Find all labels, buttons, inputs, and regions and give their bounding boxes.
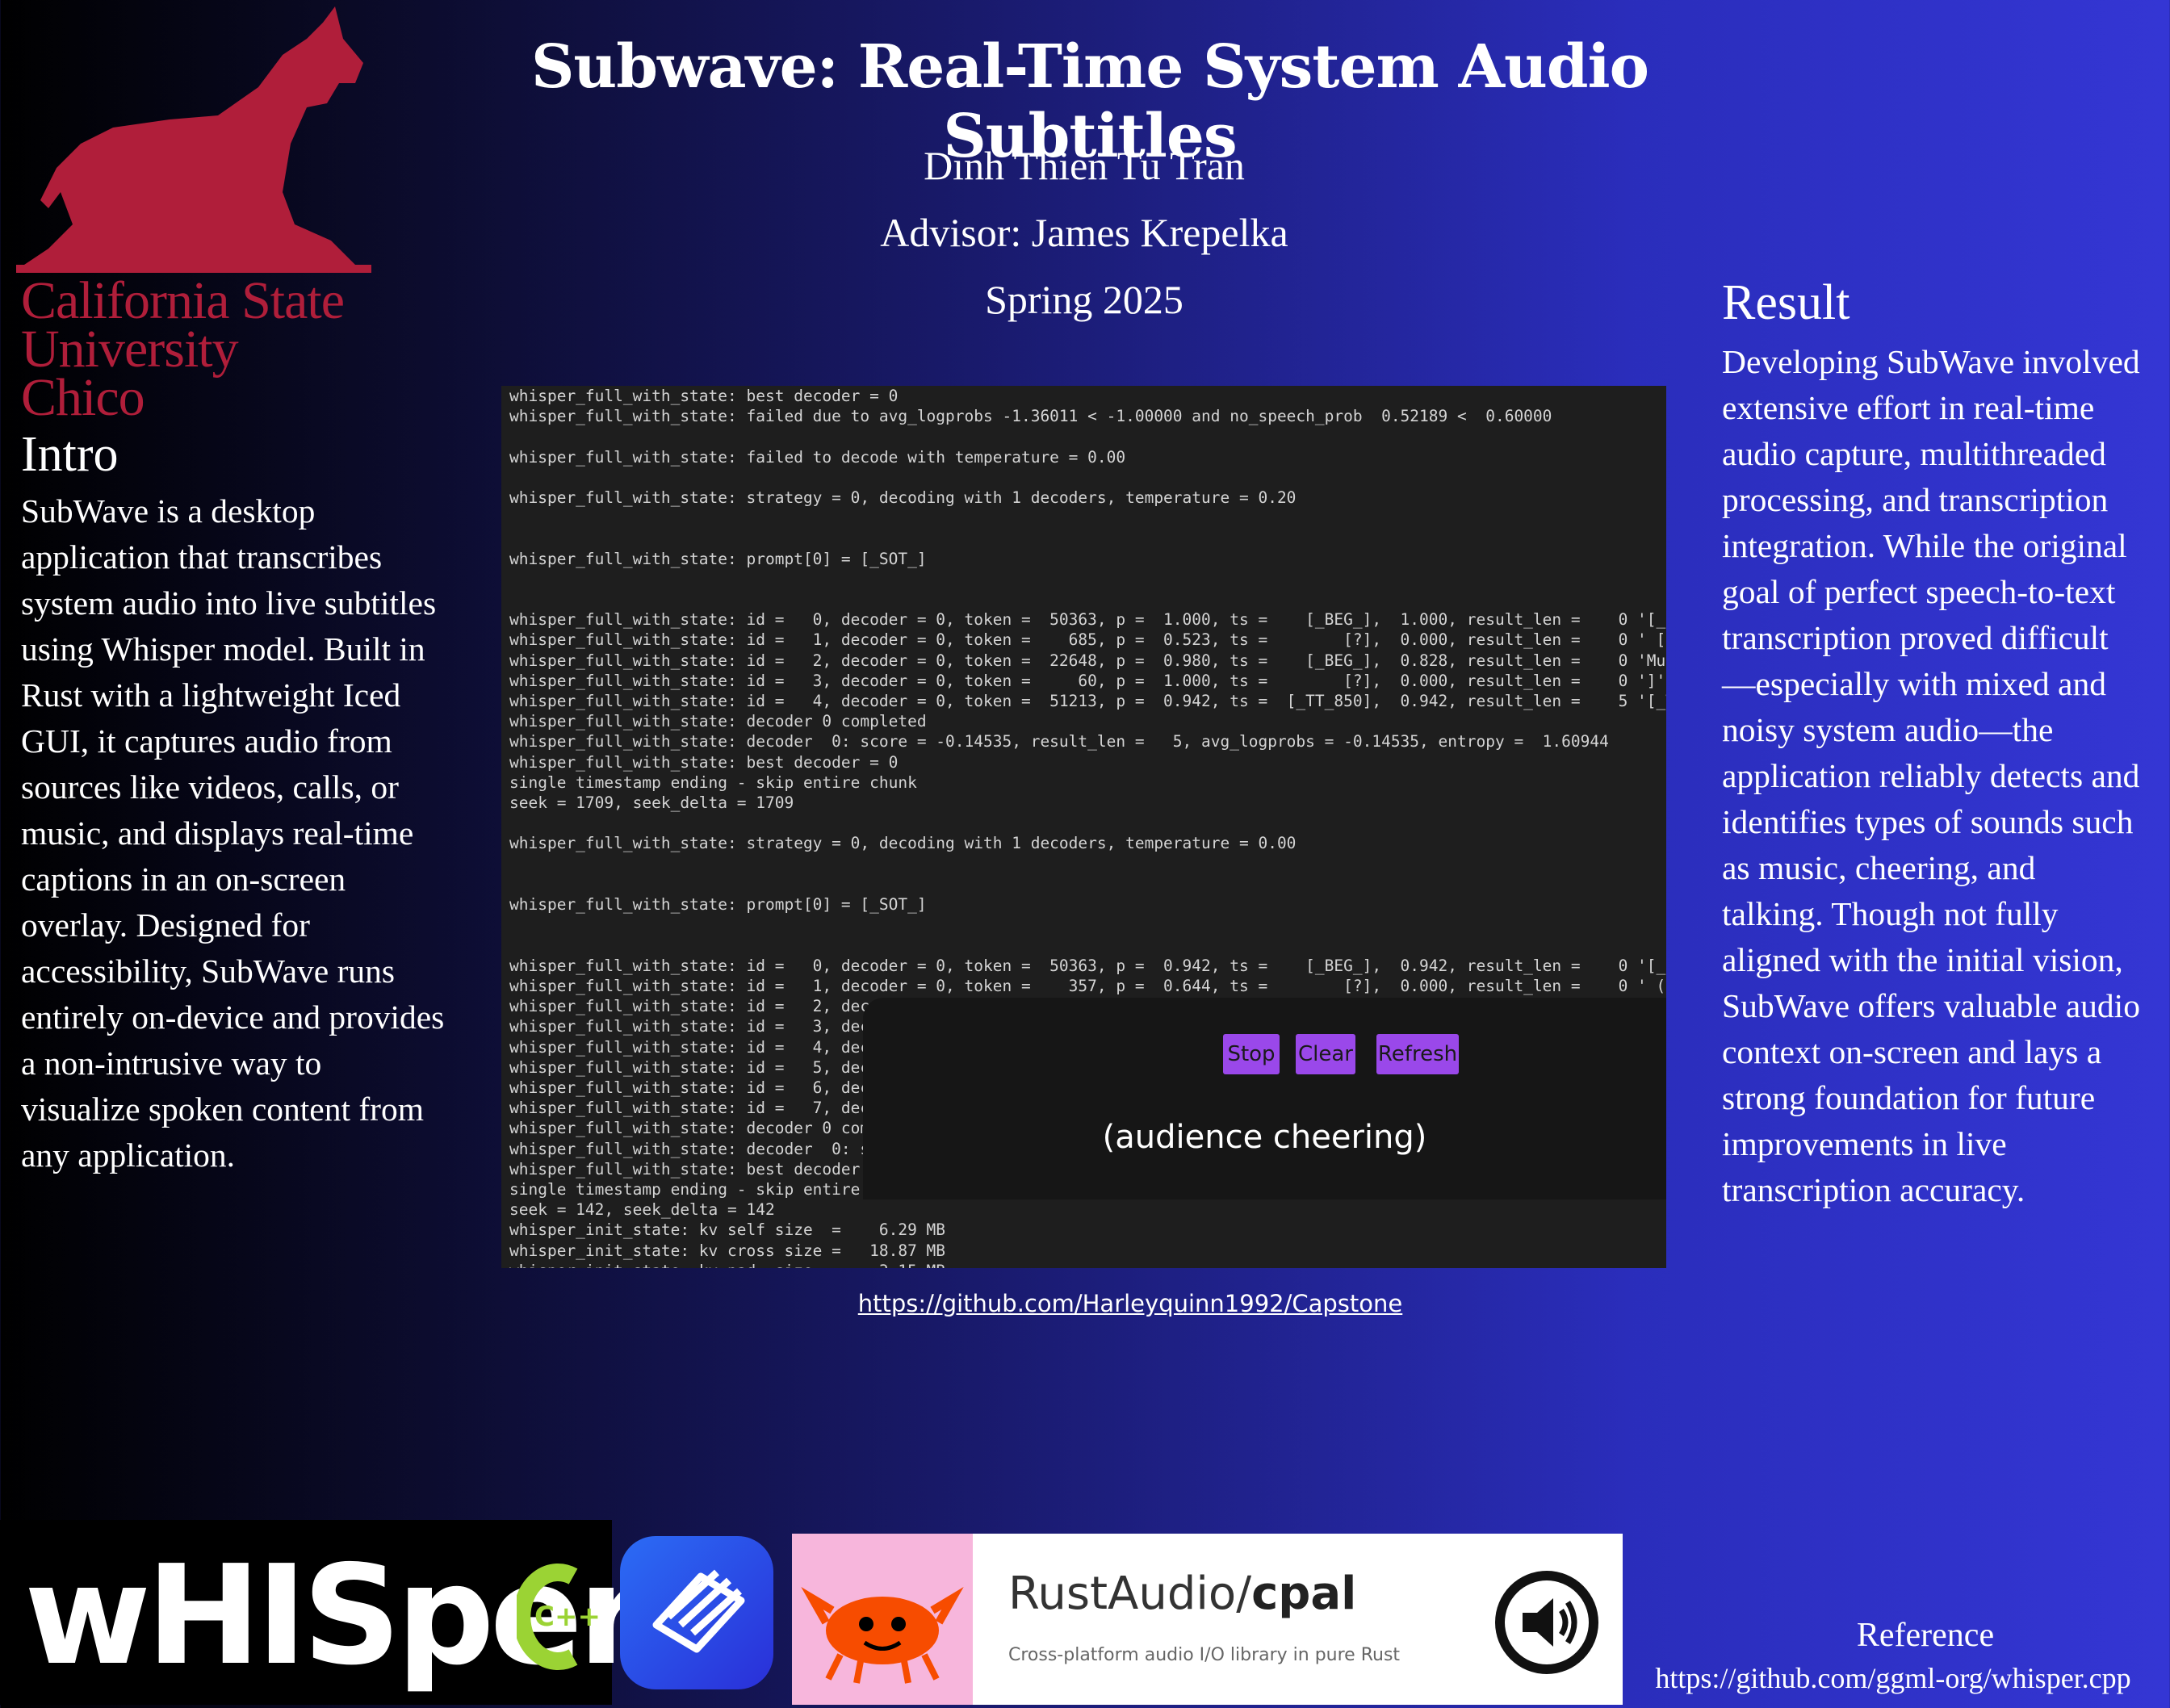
cpp-badge-icon: C++ xyxy=(513,1552,601,1673)
reference-url[interactable]: https://github.com/ggml-org/whisper.cpp xyxy=(1623,1661,2164,1695)
term-label: Spring 2025 xyxy=(985,277,1183,322)
intro-text: SubWave is a desktop application that tr… xyxy=(21,492,445,1174)
reference-label: Reference xyxy=(1856,1617,1995,1654)
author-name: Dinh Thien Tu Tran xyxy=(924,143,1245,188)
cpal-subtitle: Cross-platform audio I/O library in pure… xyxy=(1008,1645,1401,1665)
ferris-crab-icon xyxy=(792,1534,973,1705)
cpp-badge-label: C++ xyxy=(534,1601,601,1633)
iced-logo-icon xyxy=(620,1536,773,1689)
cpal-title: RustAudio/cpal xyxy=(1008,1568,1357,1620)
stop-button[interactable]: Stop xyxy=(1223,1034,1280,1074)
subtitle-overlay: Stop Clear Refresh (audience cheering) xyxy=(863,998,1666,1199)
result-heading: Result xyxy=(1722,275,1850,330)
university-wordmark: California State University Chico xyxy=(21,271,345,427)
result-text: Developing SubWave involved extensive ef… xyxy=(1722,343,2140,1208)
advisor-name: Advisor: James Krepelka xyxy=(880,210,1288,255)
cpal-repo-card: RustAudio/cpal Cross-platform audio I/O … xyxy=(792,1534,1623,1705)
intro-heading: Intro xyxy=(21,427,119,482)
wildcat-icon xyxy=(16,6,371,273)
repo-link[interactable]: https://github.com/Harleyquinn1992/Capst… xyxy=(727,1290,1534,1317)
university-logo: California State University Chico xyxy=(16,6,371,425)
refresh-button[interactable]: Refresh xyxy=(1376,1034,1459,1074)
clear-button[interactable]: Clear xyxy=(1296,1034,1355,1074)
whisper-logo: wHISper C++ xyxy=(0,1520,646,1705)
subtitle-caption: (audience cheering) xyxy=(1102,1119,1427,1156)
speaker-icon xyxy=(1490,1566,1603,1679)
